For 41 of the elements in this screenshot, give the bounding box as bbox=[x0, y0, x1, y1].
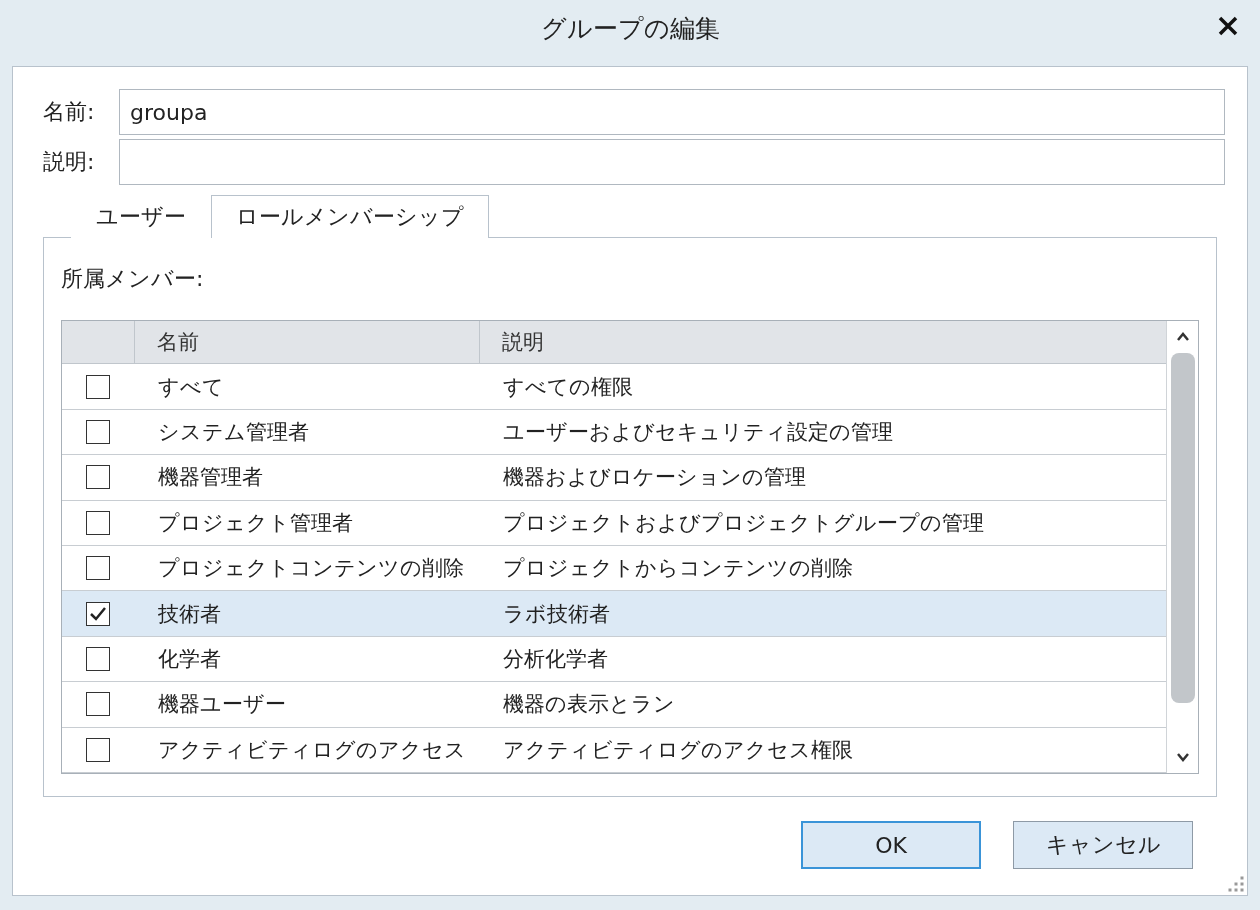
table-cell: アクティビティログのアクセス権限 bbox=[503, 737, 853, 762]
table-cell: 機器およびロケーションの管理 bbox=[503, 465, 806, 490]
table-cell: 機器管理者 bbox=[158, 465, 263, 490]
checkbox[interactable] bbox=[86, 647, 110, 671]
table-cell: 機器ユーザー bbox=[158, 692, 286, 717]
table-cell: 技術者 bbox=[158, 601, 221, 626]
field-label: 名前: bbox=[43, 98, 96, 126]
checkbox[interactable] bbox=[86, 601, 110, 626]
table-cell: システム管理者 bbox=[158, 420, 309, 445]
tab[interactable]: ロールメンバーシップ bbox=[211, 195, 489, 238]
table-cell: 化学者 bbox=[158, 647, 221, 671]
input-field[interactable]: groupa bbox=[119, 89, 1225, 135]
scrollbar[interactable] bbox=[1166, 321, 1198, 773]
table-cell: 分析化学者 bbox=[503, 647, 608, 671]
dialog-button[interactable]: OK bbox=[801, 821, 981, 869]
column-header[interactable]: 名前 bbox=[134, 321, 479, 364]
table-cell: プロジェクトおよびプロジェクトグループの管理 bbox=[503, 510, 984, 535]
checkbox[interactable] bbox=[86, 510, 110, 535]
table-cell: すべての権限 bbox=[503, 374, 633, 399]
table-row[interactable]: 技術者 ラボ技術者 bbox=[62, 591, 1166, 637]
members-label: 所属メンバー: bbox=[61, 265, 204, 293]
window-title: グループの編集 bbox=[540, 12, 720, 45]
checkbox[interactable] bbox=[86, 692, 110, 717]
dialog-button[interactable]: キャンセル bbox=[1013, 821, 1193, 869]
table-cell: プロジェクトからコンテンツの削除 bbox=[503, 556, 853, 581]
table-cell: ユーザーおよびセキュリティ設定の管理 bbox=[503, 420, 893, 445]
table-cell: ラボ技術者 bbox=[503, 601, 610, 626]
table-cell: プロジェクトコンテンツの削除 bbox=[158, 556, 464, 581]
resize-grip-icon[interactable] bbox=[1227, 875, 1245, 893]
checkbox[interactable] bbox=[86, 556, 110, 581]
input-field[interactable] bbox=[119, 139, 1225, 185]
scroll-thumb[interactable] bbox=[1170, 353, 1195, 703]
table-cell: アクティビティログのアクセス bbox=[158, 737, 466, 762]
checkbox[interactable] bbox=[86, 374, 110, 399]
table-cell: すべて bbox=[158, 374, 224, 399]
table-cell: 機器の表示とラン bbox=[503, 692, 675, 717]
table-cell: プロジェクト管理者 bbox=[158, 510, 353, 535]
checkbox[interactable] bbox=[86, 737, 110, 762]
checkbox[interactable] bbox=[86, 465, 110, 490]
field-label: 説明: bbox=[43, 148, 96, 176]
checkbox[interactable] bbox=[86, 420, 110, 445]
